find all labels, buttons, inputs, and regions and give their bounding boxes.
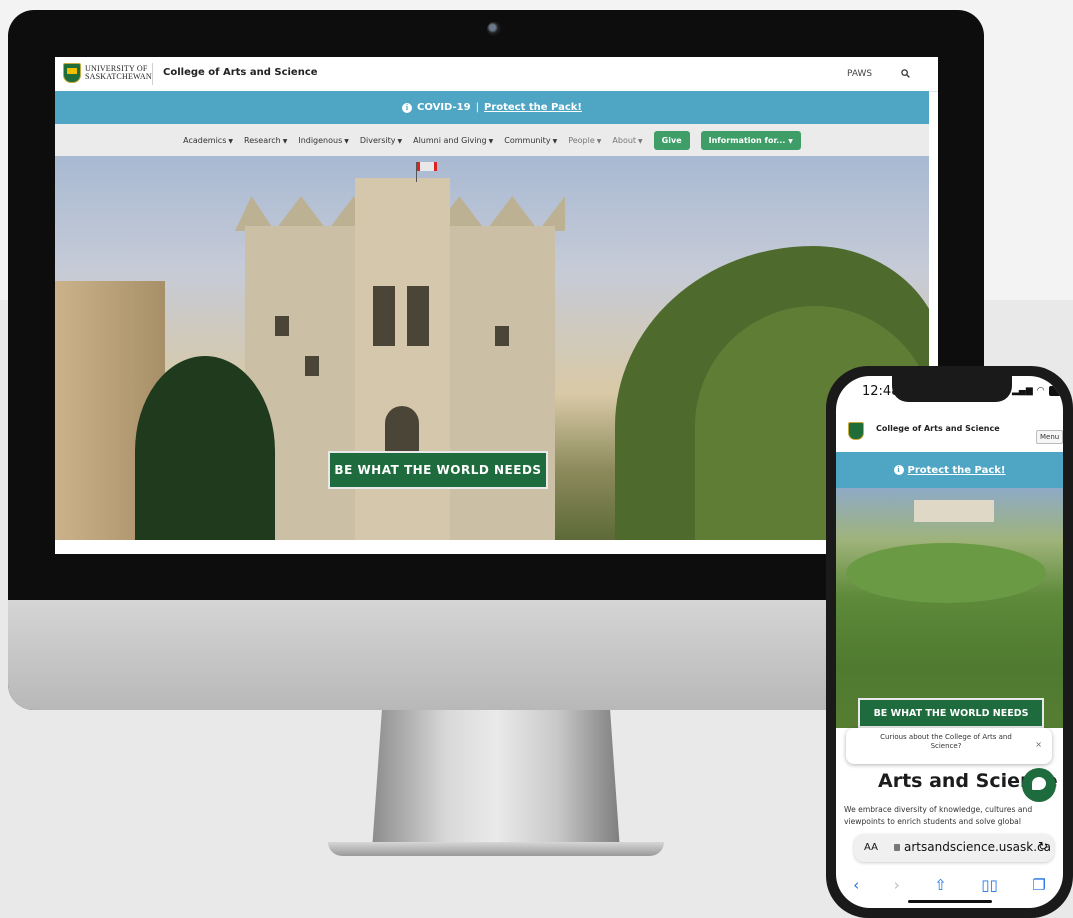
covid-label: COVID-19: [417, 102, 471, 113]
nav-label: About: [612, 135, 637, 145]
caret-down-icon: ▼: [596, 137, 602, 145]
hero-window: [305, 356, 319, 376]
bookmarks-icon[interactable]: ▯▯: [981, 876, 998, 894]
mobile-site-header: College of Arts and Science Menu: [836, 412, 1063, 453]
hero-window: [407, 286, 429, 346]
mobile-covid-banner: i Protect the Pack!: [836, 452, 1063, 488]
wifi-icon: ◠: [1036, 386, 1045, 396]
information-for-button[interactable]: Information for... ▼: [700, 130, 801, 150]
covid-separator: |: [475, 102, 479, 113]
phone-notch: [892, 376, 1012, 402]
mobile-college-title[interactable]: College of Arts and Science: [876, 424, 1000, 433]
battery-icon: [1048, 386, 1063, 396]
browser-toolbar: ‹ › ⇧ ▯▯ ❐: [836, 870, 1063, 900]
reload-icon[interactable]: ↻: [1038, 839, 1048, 853]
mobile-protect-the-pack-link[interactable]: Protect the Pack!: [908, 465, 1006, 476]
hero-window: [495, 326, 509, 346]
phone-screen: 12:48 ▂▄▆ ◠ College of Arts and Science …: [836, 376, 1063, 908]
search-icon[interactable]: [901, 69, 910, 78]
info-icon: i: [402, 102, 413, 113]
caret-down-icon: ▼: [344, 137, 349, 145]
lock-icon: [894, 844, 900, 851]
nav-people[interactable]: People ▼: [568, 136, 601, 145]
nav-diversity[interactable]: Diversity ▼: [360, 136, 402, 145]
close-icon[interactable]: ×: [1035, 740, 1042, 749]
nav-label: Academics: [183, 135, 227, 145]
info-icon: i: [893, 465, 904, 475]
chat-prompt-text: Curious about the College of Arts and Sc…: [880, 733, 1012, 750]
nav-label: Diversity: [359, 135, 396, 145]
nav-academics[interactable]: Academics ▼: [183, 136, 233, 145]
browser-address-bar[interactable]: AA artsandscience.usask.ca ↻: [854, 834, 1054, 862]
header-divider: [152, 63, 153, 85]
nav-label: Alumni and Giving: [413, 135, 487, 145]
home-indicator[interactable]: [908, 900, 992, 903]
nav-about[interactable]: About ▼: [612, 136, 642, 145]
hero-tree: [135, 356, 275, 540]
caret-down-icon: ▼: [228, 137, 233, 145]
status-icons: ▂▄▆ ◠: [1012, 386, 1063, 396]
imac-stand-base: [328, 842, 664, 856]
paws-link[interactable]: PAWS: [847, 69, 872, 79]
usask-shield-icon: [63, 63, 81, 83]
nav-label: People: [568, 135, 595, 145]
imac-stand: [372, 710, 620, 850]
forward-icon[interactable]: ›: [894, 876, 900, 894]
nav-community[interactable]: Community ▼: [504, 136, 557, 145]
usask-wordmark: UNIVERSITY OF SASKATCHEWAN: [85, 65, 152, 81]
logo-line-2: SASKATCHEWAN: [85, 72, 152, 81]
chat-bubble-icon: [1032, 777, 1046, 790]
smartphone: 12:48 ▂▄▆ ◠ College of Arts and Science …: [826, 366, 1073, 918]
mobile-hero-lawn: [846, 543, 1046, 603]
nav-label: Research: [244, 135, 281, 145]
nav-label: Community: [504, 135, 551, 145]
covid-banner: i COVID-19 | Protect the Pack!: [55, 91, 929, 124]
nav-indigenous[interactable]: Indigenous ▼: [298, 136, 349, 145]
mobile-intro-text: We embrace diversity of knowledge, cultu…: [844, 805, 1033, 826]
usask-shield-icon[interactable]: [848, 422, 864, 440]
caret-down-icon: ▼: [488, 137, 494, 145]
caret-down-icon: ▼: [552, 137, 558, 145]
college-title-link[interactable]: College of Arts and Science: [163, 67, 318, 78]
hero-window: [373, 286, 395, 346]
canada-flag-icon: [417, 162, 437, 171]
caret-down-icon: ▼: [638, 137, 643, 145]
caret-down-icon: ▼: [397, 137, 403, 145]
chat-prompt-popup[interactable]: Curious about the College of Arts and Sc…: [846, 728, 1052, 764]
url-text[interactable]: artsandscience.usask.ca: [904, 840, 1051, 854]
nav-alumni-and-giving[interactable]: Alumni and Giving ▼: [413, 136, 493, 145]
be-what-the-world-needs-badge: BE WHAT THE WORLD NEEDS: [328, 451, 548, 489]
main-navigation: Academics ▼ Research ▼ Indigenous ▼ Diversi…: [55, 124, 929, 156]
nav-label: Indigenous: [298, 135, 343, 145]
nav-research[interactable]: Research ▼: [244, 136, 287, 145]
usask-logo[interactable]: UNIVERSITY OF SASKATCHEWAN: [63, 63, 152, 83]
text-size-button[interactable]: AA: [864, 842, 878, 853]
protect-the-pack-link[interactable]: Protect the Pack!: [484, 102, 582, 113]
back-icon[interactable]: ‹: [853, 876, 859, 894]
hero-window: [275, 316, 289, 336]
webcam-icon: [487, 22, 501, 36]
caret-down-icon: ▼: [788, 137, 793, 145]
signal-icon: ▂▄▆: [1012, 386, 1033, 396]
share-icon[interactable]: ⇧: [934, 876, 947, 894]
menu-button[interactable]: Menu: [1036, 430, 1063, 444]
mobile-hero-building: [914, 500, 994, 522]
tabs-icon[interactable]: ❐: [1032, 876, 1045, 894]
site-header: UNIVERSITY OF SASKATCHEWAN College of Ar…: [55, 57, 938, 92]
mobile-be-what-the-world-needs-badge: BE WHAT THE WORLD NEEDS: [858, 698, 1044, 728]
information-for-label: Information for...: [708, 135, 786, 145]
chat-button[interactable]: [1022, 768, 1056, 802]
caret-down-icon: ▼: [282, 137, 288, 145]
give-button[interactable]: Give: [653, 130, 690, 150]
mobile-hero-video[interactable]: [836, 488, 1063, 728]
